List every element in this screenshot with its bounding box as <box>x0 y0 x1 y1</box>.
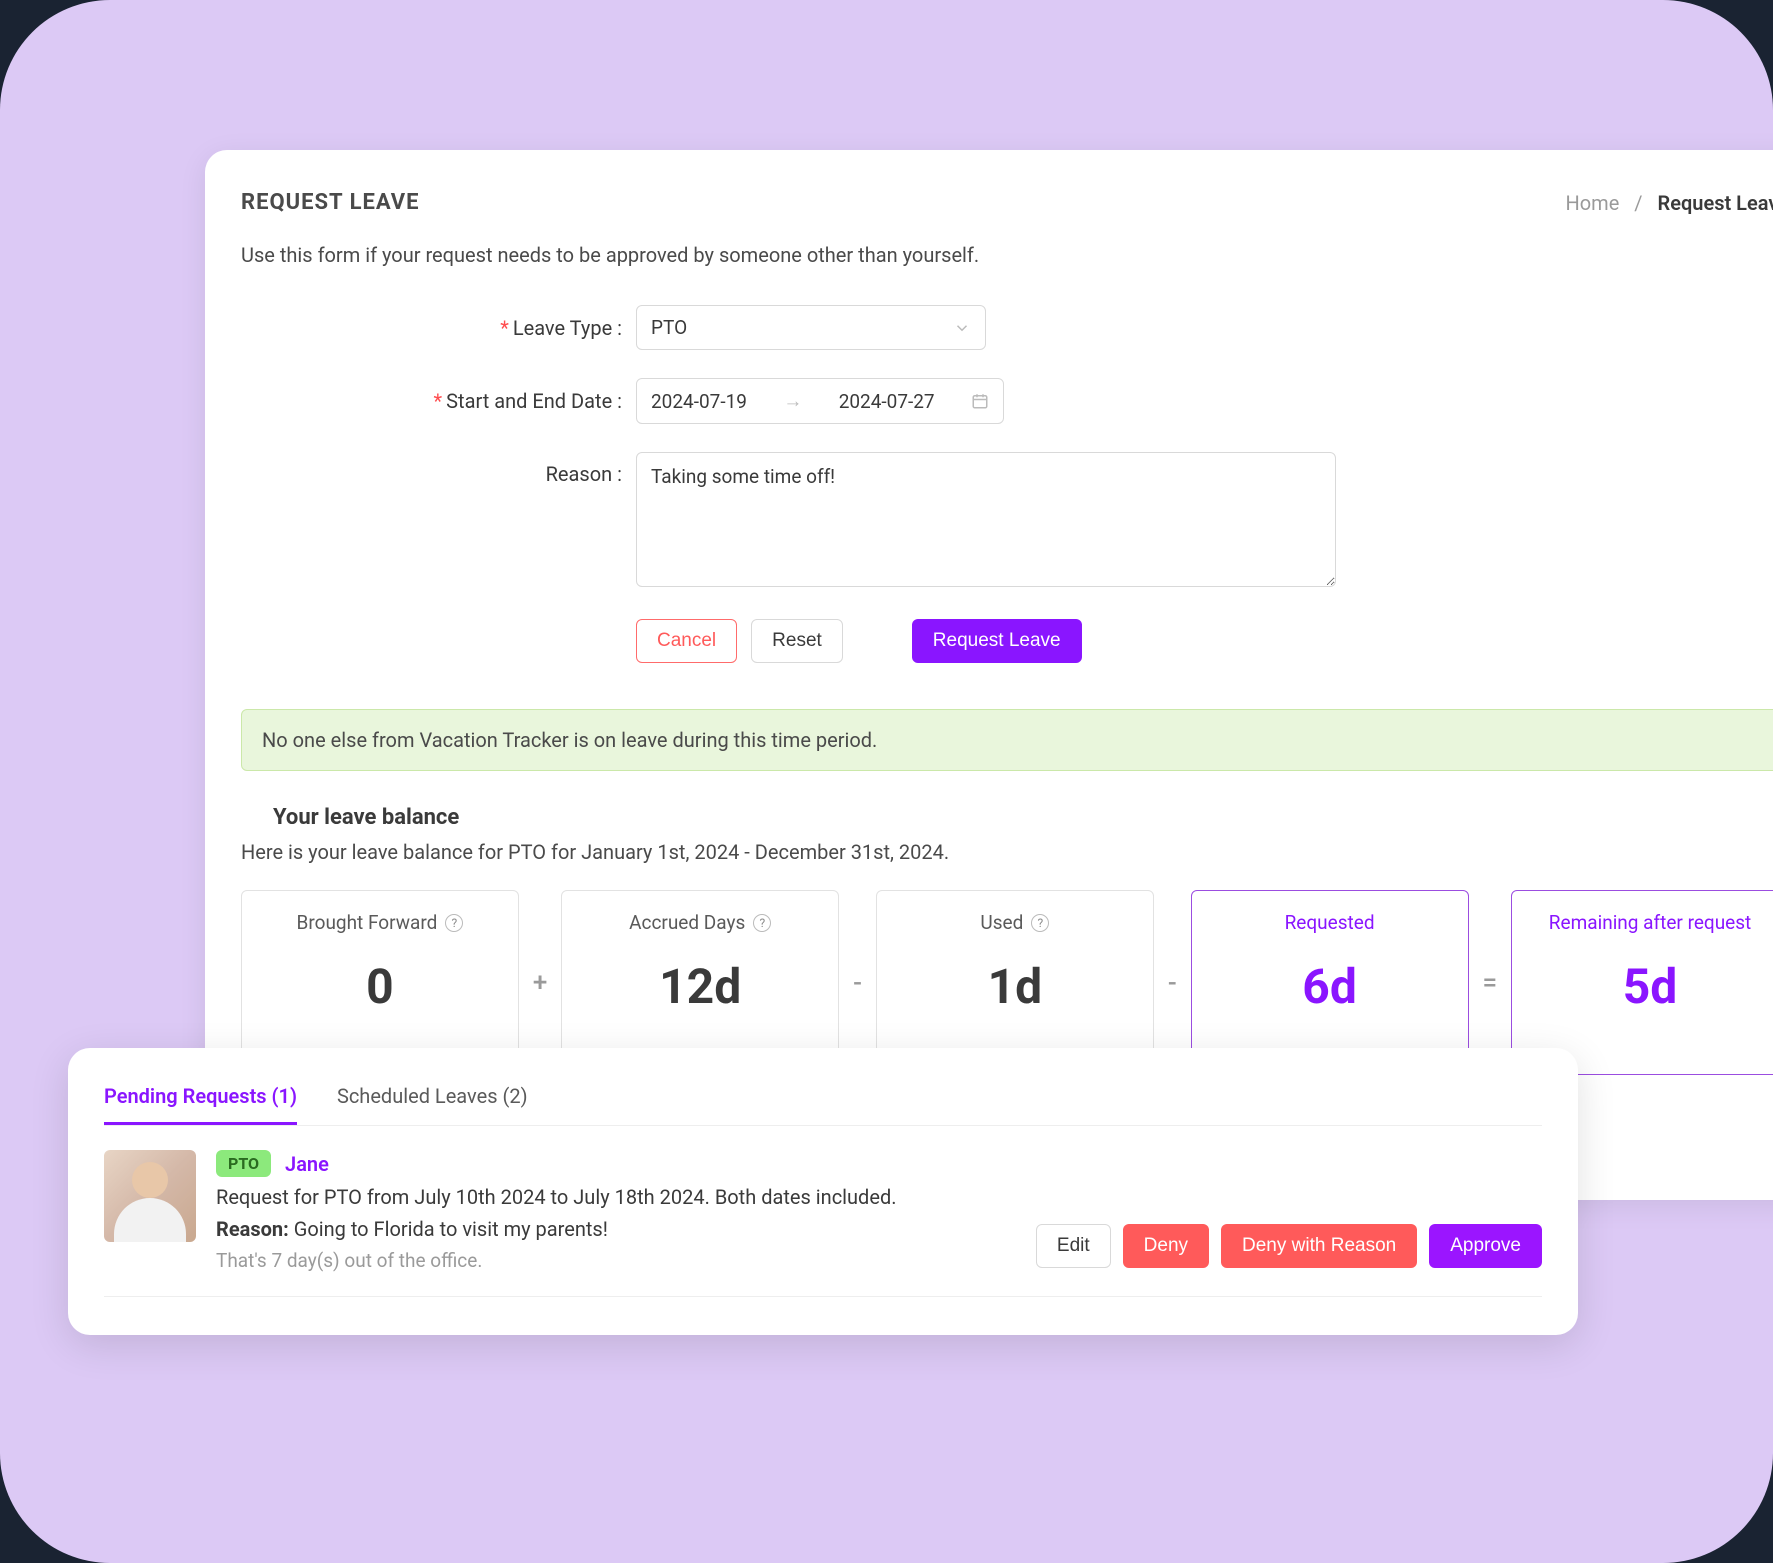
help-icon[interactable]: ? <box>445 914 463 932</box>
breadcrumb-separator: / <box>1634 191 1642 215</box>
form-subtitle: Use this form if your request needs to b… <box>241 243 1773 267</box>
reason-textarea[interactable] <box>636 452 1336 587</box>
requester-name[interactable]: Jane <box>285 1152 329 1176</box>
edit-button[interactable]: Edit <box>1036 1224 1111 1268</box>
reset-button[interactable]: Reset <box>751 619 843 663</box>
request-item: PTO Jane Request for PTO from July 10th … <box>104 1126 1542 1297</box>
cancel-button[interactable]: Cancel <box>636 619 737 663</box>
approve-button[interactable]: Approve <box>1429 1224 1542 1268</box>
leave-type-badge: PTO <box>216 1150 271 1177</box>
deny-with-reason-button[interactable]: Deny with Reason <box>1221 1224 1417 1268</box>
date-label: *Start and End Date : <box>241 389 636 413</box>
request-leave-panel: REQUEST LEAVE Home / Request Leave Use t… <box>205 150 1773 1200</box>
deny-button[interactable]: Deny <box>1123 1224 1209 1268</box>
app-background: REQUEST LEAVE Home / Request Leave Use t… <box>0 0 1773 1563</box>
minus-operator: - <box>853 968 862 998</box>
tabs: Pending Requests (1) Scheduled Leaves (2… <box>104 1070 1542 1126</box>
info-banner: No one else from Vacation Tracker is on … <box>241 709 1773 771</box>
leave-type-value: PTO <box>651 316 687 339</box>
request-reason: Reason: Going to Florida to visit my par… <box>216 1217 1016 1241</box>
start-date-value: 2024-07-19 <box>651 390 747 413</box>
tab-pending[interactable]: Pending Requests (1) <box>104 1070 297 1125</box>
breadcrumb-current: Request Leave <box>1658 191 1773 215</box>
page-title: REQUEST LEAVE <box>241 190 420 215</box>
breadcrumb-home[interactable]: Home <box>1565 191 1619 215</box>
leave-type-label: *Leave Type : <box>241 316 636 340</box>
arrow-right-icon: → <box>783 389 802 413</box>
leave-type-select[interactable]: PTO <box>636 305 986 350</box>
calendar-icon <box>971 392 989 410</box>
pending-requests-panel: Pending Requests (1) Scheduled Leaves (2… <box>68 1048 1578 1335</box>
minus-operator: - <box>1168 968 1177 998</box>
tab-scheduled[interactable]: Scheduled Leaves (2) <box>337 1070 528 1125</box>
equals-operator: = <box>1483 968 1498 998</box>
date-range-picker[interactable]: 2024-07-19 → 2024-07-27 <box>636 378 1004 424</box>
request-days: That's 7 day(s) out of the office. <box>216 1249 1016 1272</box>
help-icon[interactable]: ? <box>753 914 771 932</box>
chevron-down-icon <box>953 319 971 337</box>
request-leave-button[interactable]: Request Leave <box>912 619 1082 663</box>
plus-operator: + <box>533 968 547 998</box>
reason-label: Reason : <box>241 452 636 486</box>
avatar <box>104 1150 196 1242</box>
request-description: Request for PTO from July 10th 2024 to J… <box>216 1185 1016 1209</box>
end-date-value: 2024-07-27 <box>839 390 935 413</box>
balance-subtitle: Here is your leave balance for PTO for J… <box>241 840 1773 864</box>
help-icon[interactable]: ? <box>1031 914 1049 932</box>
breadcrumb: Home / Request Leave <box>1565 191 1773 215</box>
balance-title: Your leave balance <box>273 805 1773 830</box>
